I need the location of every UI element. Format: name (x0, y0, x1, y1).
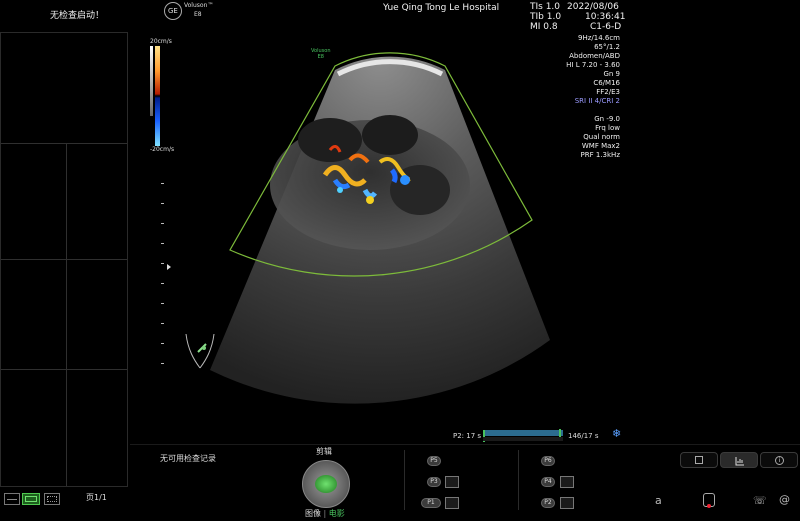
depth-scale (161, 183, 165, 373)
network-at-icon[interactable]: @ (779, 493, 790, 506)
p6-button[interactable]: P6 (541, 456, 555, 466)
p3-button[interactable]: P3 (427, 477, 441, 487)
probe-name: C1-6-D (590, 22, 622, 32)
storage-icon[interactable] (560, 476, 574, 488)
layout-grid-3x3-button[interactable] (44, 493, 60, 505)
cine-track (483, 437, 563, 441)
cine-start-label: P2: 17 s (453, 432, 482, 440)
freeze-snowflake-icon[interactable]: ❄ (612, 427, 621, 440)
brand-model: E8 (194, 11, 202, 18)
print-icon[interactable] (445, 476, 459, 488)
dark-structure-2 (362, 115, 418, 155)
bottom-divider (130, 444, 800, 445)
trackball-control[interactable] (302, 460, 350, 508)
no-exam-message: 无检查启动！ (50, 11, 105, 21)
grid-divider-3 (1, 369, 127, 370)
grid-divider-1 (1, 143, 127, 144)
hospital-name: Yue Qing Tong Le Hospital (383, 3, 500, 13)
velocity-color-bar (155, 46, 160, 146)
trackball-title: 剪辑 (316, 447, 332, 456)
trackball-mode: 图像 | 电影 (305, 509, 345, 519)
color-frequency: Frq low (595, 124, 620, 132)
body-mark-icon[interactable] (180, 332, 220, 372)
grid-icon (25, 496, 37, 502)
ge-logo: GE (164, 2, 182, 20)
info-button[interactable]: i (760, 452, 798, 468)
chart-icon (735, 457, 744, 466)
mode-image-label[interactable]: 图像 (305, 509, 321, 518)
grid-dense-icon (47, 496, 57, 502)
no-records-message: 无可用检查记录 (160, 454, 216, 463)
info-icon: i (775, 456, 784, 465)
layout-grid-2x3-button[interactable] (22, 493, 40, 505)
color-quality: Qual norm (583, 133, 620, 141)
thumbnail-grid[interactable] (0, 32, 128, 487)
keyboard-a-icon[interactable]: a (655, 494, 662, 507)
grid-divider-vertical (66, 143, 67, 486)
dark-structure-3 (390, 165, 450, 215)
usb-icon[interactable] (703, 493, 715, 508)
brand-name: Voluson™ (184, 2, 214, 9)
page-indicator: 页1/1 (86, 493, 107, 502)
param-frame: 9Hz/14.6cm (577, 34, 620, 42)
param-filter: FF2/E3 (596, 88, 620, 96)
trackball-center-button[interactable] (315, 475, 337, 493)
param-sri: SRI II 4/CRI 2 (574, 97, 620, 105)
export-icon[interactable] (560, 497, 574, 509)
p2-button[interactable]: P2 (541, 498, 555, 508)
image-logo: Voluson E8 (311, 48, 331, 60)
checkbox-icon (695, 456, 703, 464)
depth-ticks (161, 183, 164, 364)
p1-button[interactable]: P1 (421, 498, 441, 508)
layout-single-button[interactable] (4, 493, 20, 505)
gray-scale-bar (150, 46, 153, 116)
p4-button[interactable]: P4 (541, 477, 555, 487)
bottom-divider-3 (518, 450, 519, 510)
bottom-divider-2 (404, 450, 405, 510)
param-map: C6/M16 (593, 79, 620, 87)
cine-end-label: 146/17 s (568, 432, 599, 440)
scale-top-label: 20cm/s (150, 38, 172, 45)
ultrasound-image[interactable] (170, 40, 560, 410)
color-gain: Gn -9.0 (594, 115, 620, 123)
measurement-button[interactable] (720, 452, 758, 468)
param-harmonic: HI L 7.20 - 3.60 (566, 61, 620, 69)
param-angle: 65°/1.2 (594, 43, 620, 51)
usb-status-dot (707, 504, 711, 508)
cine-progress-bar[interactable] (483, 429, 563, 442)
color-prf: PRF 1.3kHz (580, 151, 620, 159)
report-button[interactable] (680, 452, 718, 468)
p5-button[interactable]: P5 (427, 456, 441, 466)
color-wall-filter: WMF Max2 (581, 142, 620, 150)
layout-single-icon (7, 499, 17, 500)
mi-value: MI 0.8 (530, 22, 558, 32)
grid-divider-2 (1, 259, 127, 260)
phone-icon[interactable]: ☏ (753, 494, 767, 507)
mode-cine-label[interactable]: 电影 (329, 509, 345, 518)
param-gain: Gn 9 (603, 70, 620, 78)
save-icon[interactable] (445, 497, 459, 509)
param-preset: Abdomen/ABD (569, 52, 620, 60)
mode-separator: | (323, 509, 327, 518)
